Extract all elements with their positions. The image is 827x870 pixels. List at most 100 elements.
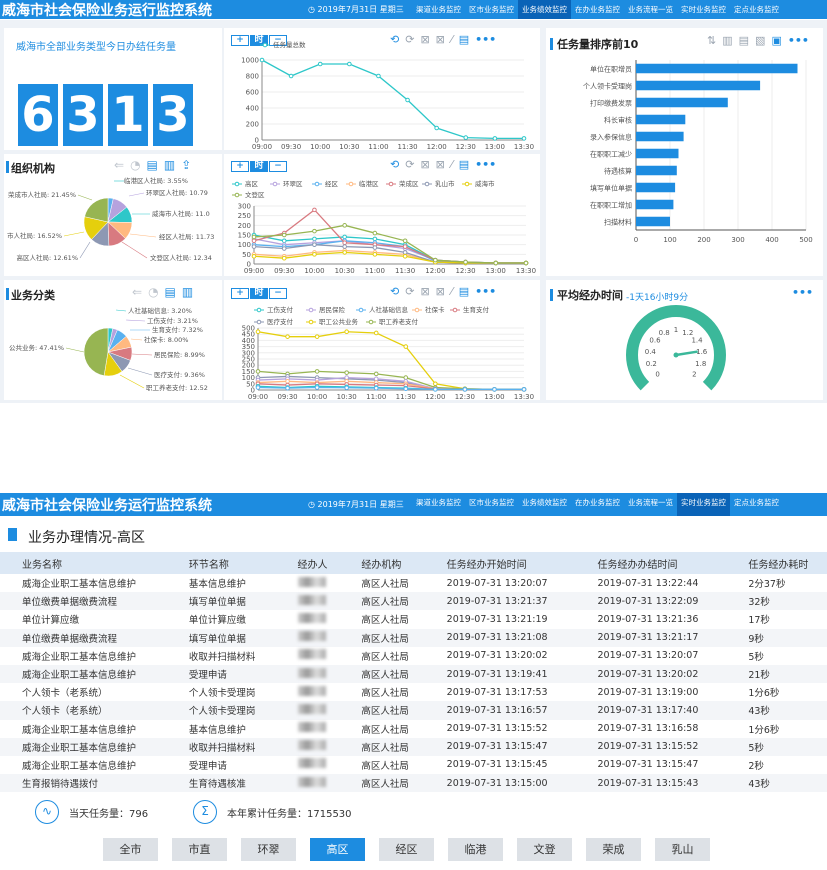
bar-chart-icon[interactable]: ▥ <box>164 158 175 172</box>
more-icon[interactable]: ••• <box>475 33 496 46</box>
nav-item[interactable]: 实时业务监控 <box>677 493 730 516</box>
nav-item[interactable]: 业务流程一览 <box>624 0 677 19</box>
list-icon[interactable]: ▤ <box>147 158 158 172</box>
nav-item[interactable]: 区市业务监控 <box>465 0 518 19</box>
pie-label: 市人社局: 16.52% <box>7 231 62 240</box>
data-view-icon[interactable]: ▧ <box>755 34 765 47</box>
column-header[interactable]: 环节名称 <box>166 552 276 574</box>
restore-icon[interactable]: ⇐ <box>114 158 124 172</box>
zoom-minus-button[interactable]: − <box>269 288 287 299</box>
save-image-icon[interactable]: ⊠ <box>436 285 445 298</box>
refresh-icon[interactable]: ⟲ <box>390 158 399 171</box>
district-tab[interactable]: 临港 <box>448 838 503 861</box>
list-icon[interactable]: ▤ <box>165 285 176 299</box>
line-chart-icon[interactable]: ⁄ <box>451 158 453 171</box>
x-tick-label: 12:30 <box>455 393 475 400</box>
nav-item[interactable]: 渠道业务监控 <box>412 493 465 516</box>
save-image-icon[interactable]: ⊠ <box>436 158 445 171</box>
nav-item[interactable]: 渠道业务监控 <box>412 0 465 19</box>
table-row[interactable]: 单位计算应缴 单位计算应缴 高区人社局 2019-07-31 13:21:19 2019… <box>0 610 827 628</box>
gauge-tick: 0.2 <box>646 360 657 368</box>
list-icon[interactable]: ▤ <box>739 34 749 47</box>
table-row[interactable]: 个人领卡（老系统） 个人领卡受理岗 高区人社局 2019-07-31 13:16:57… <box>0 701 827 720</box>
bar-chart-icon[interactable]: ▥ <box>182 285 193 299</box>
column-header[interactable]: 业务名称 <box>0 552 167 574</box>
bar-chart-icon[interactable]: ▥ <box>722 34 732 47</box>
table-row[interactable]: 威海企业职工基本信息维护 收取并扫描材料 高区人社局 2019-07-31 13:15… <box>0 737 827 756</box>
district-tab[interactable]: 文登 <box>517 838 572 861</box>
nav-item[interactable]: 业务绩效监控 <box>518 493 571 516</box>
bar <box>636 114 686 125</box>
pie-label-line <box>121 241 148 259</box>
district-tab[interactable]: 全市 <box>103 838 158 861</box>
bar <box>636 97 728 108</box>
save-icon[interactable]: ⊠ <box>420 158 429 171</box>
table-row[interactable]: 单位缴费单据缴费流程 填写单位单据 高区人社局 2019-07-31 13:21:08… <box>0 628 827 647</box>
restore-icon[interactable]: ⟳ <box>405 33 414 46</box>
sort-icon[interactable]: ⇅ <box>707 34 716 47</box>
more-icon[interactable]: ••• <box>788 34 809 47</box>
data-view-icon[interactable]: ▤ <box>459 285 469 298</box>
zoom-time-button[interactable]: 时 <box>250 161 268 172</box>
table-row[interactable]: 单位缴费单据缴费流程 填写单位单据 高区人社局 2019-07-31 13:21:37… <box>0 592 827 611</box>
table-row[interactable]: 生育报销待遇拨付 生育待遇核准 高区人社局 2019-07-31 13:15:00 20… <box>0 774 827 793</box>
data-view-icon[interactable]: ▤ <box>459 33 469 46</box>
table-row[interactable]: 威海企业职工基本信息维护 受理申请 高区人社局 2019-07-31 13:19:41… <box>0 664 827 684</box>
nav-item[interactable]: 定点业务监控 <box>730 493 783 516</box>
column-header[interactable]: 任务经办耗时 <box>726 552 827 574</box>
district-tab[interactable]: 乳山 <box>655 838 710 861</box>
restore-icon[interactable]: ⟳ <box>405 158 414 171</box>
table-row[interactable]: 威海企业职工基本信息维护 收取并扫描材料 高区人社局 2019-07-31 13:20… <box>0 647 827 665</box>
more-icon[interactable]: ••• <box>475 285 496 298</box>
save-icon[interactable]: ⊠ <box>420 285 429 298</box>
save-icon[interactable]: ⊠ <box>420 33 429 46</box>
category-label: 录入参保信息 <box>590 133 632 142</box>
table-cell: 单位计算应缴 <box>22 615 80 627</box>
nav-item[interactable]: 区市业务监控 <box>465 493 518 516</box>
refresh-icon[interactable]: ⟲ <box>390 285 399 298</box>
zoom-minus-button[interactable]: − <box>269 161 287 172</box>
column-header[interactable]: 经办人 <box>275 552 340 574</box>
table-cell: 2019-07-31 13:20:07 <box>446 577 548 589</box>
zoom-plus-button[interactable]: + <box>231 161 249 172</box>
nav-item[interactable]: 在办业务监控 <box>571 493 624 516</box>
nav-item[interactable]: 在办业务监控 <box>571 0 624 19</box>
save-icon[interactable]: ▣ <box>771 34 781 47</box>
legend-swatch-dot <box>424 181 430 187</box>
table-row[interactable]: 威海企业职工基本信息维护 基本信息维护 高区人社局 2019-07-31 13:20:… <box>0 574 827 592</box>
district-tab[interactable]: 环翠 <box>241 838 296 861</box>
nav-item[interactable]: 业务绩效监控 <box>518 0 571 19</box>
refresh-icon[interactable]: ⟲ <box>390 33 399 46</box>
column-header[interactable]: 任务经办开始时间 <box>424 552 576 574</box>
pie-chart-icon[interactable]: ◔ <box>148 285 158 299</box>
line-chart-icon[interactable]: ⁄ <box>451 33 453 46</box>
export-icon[interactable]: ⇪ <box>181 158 191 172</box>
table-cell: 单位缴费单据缴费流程 <box>0 592 167 611</box>
more-icon[interactable]: ••• <box>475 158 496 171</box>
table-cell <box>276 574 340 592</box>
restore-icon[interactable]: ⇐ <box>132 285 142 299</box>
save-image-icon[interactable]: ⊠ <box>436 33 445 46</box>
nav-item[interactable]: 实时业务监控 <box>677 0 730 19</box>
zoom-plus-button[interactable]: + <box>231 288 249 299</box>
zoom-time-button[interactable]: 时 <box>250 288 268 299</box>
series-line <box>261 59 524 140</box>
table-row[interactable]: 个人领卡（老系统） 个人领卡受理岗 高区人社局 2019-07-31 13:17:53… <box>0 683 827 701</box>
zoom-plus-button[interactable]: + <box>231 35 249 46</box>
table-row[interactable]: 威海企业职工基本信息维护 受理申请 高区人社局 2019-07-31 13:15:45… <box>0 756 827 774</box>
nav-item[interactable]: 业务流程一览 <box>624 493 677 516</box>
district-tab[interactable]: 荣成 <box>586 838 641 861</box>
nav-item[interactable]: 定点业务监控 <box>730 0 783 19</box>
pie-label: 人社基础信息: 3.20% <box>128 306 192 315</box>
column-header[interactable]: 经办机构 <box>339 552 425 574</box>
restore-icon[interactable]: ⟳ <box>405 285 414 298</box>
district-tab[interactable]: 市直 <box>172 838 227 861</box>
district-tab[interactable]: 经区 <box>379 838 434 861</box>
district-tab[interactable]: 高区 <box>310 838 365 861</box>
data-view-icon[interactable]: ▤ <box>459 158 469 171</box>
line-chart-icon[interactable]: ⁄ <box>451 285 453 298</box>
column-header[interactable]: 任务经办办结时间 <box>575 552 727 574</box>
more-icon[interactable]: ••• <box>792 286 813 299</box>
pie-chart-icon[interactable]: ◔ <box>130 158 140 172</box>
table-row[interactable]: 威海企业职工基本信息维护 基本信息维护 高区人社局 2019-07-31 13:15:… <box>0 720 827 738</box>
